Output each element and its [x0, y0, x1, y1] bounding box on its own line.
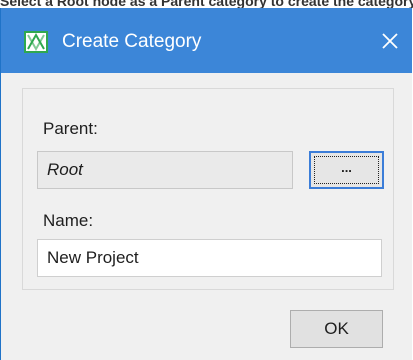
category-icon	[24, 31, 48, 53]
parent-field: Root	[37, 151, 293, 189]
create-category-dialog: Create Category Parent: Root ... Name: O…	[0, 8, 412, 360]
browse-button-label: ...	[314, 156, 379, 184]
browse-parent-button[interactable]: ...	[309, 151, 384, 189]
instruction-caption: Select a Root node as a Parent category …	[0, 0, 413, 8]
name-input[interactable]	[37, 239, 382, 277]
close-button[interactable]	[368, 8, 412, 73]
ok-button[interactable]: OK	[290, 310, 383, 348]
parent-label: Parent:	[43, 119, 98, 138]
dialog-title: Create Category	[62, 31, 202, 52]
form-panel: Parent: Root ... Name:	[22, 88, 394, 290]
dialog-titlebar: Create Category	[1, 8, 412, 73]
name-label: Name:	[43, 211, 94, 230]
close-icon	[382, 32, 398, 49]
